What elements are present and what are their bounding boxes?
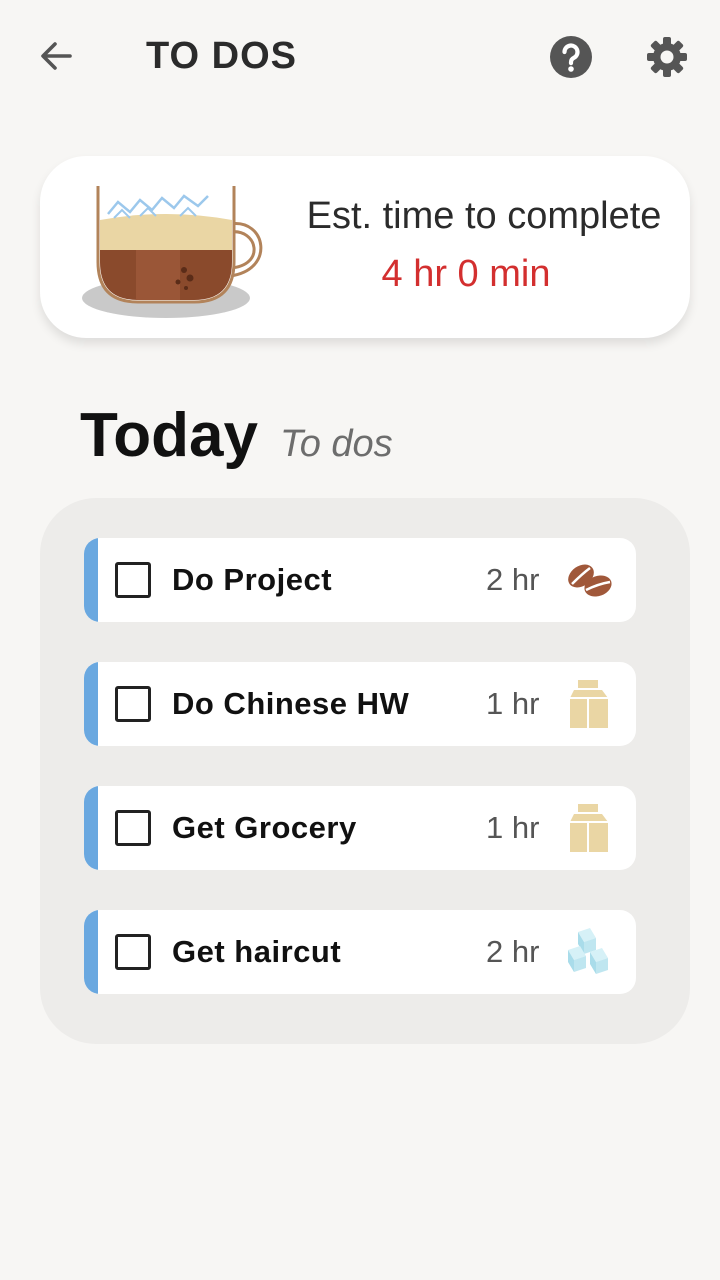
todo-label: Get Grocery bbox=[172, 810, 357, 845]
arrow-left-icon bbox=[41, 42, 72, 70]
todo-accent-bar bbox=[84, 910, 98, 994]
estimate-value: 4 hr 0 min bbox=[381, 253, 551, 295]
coffee-cup-icon bbox=[82, 186, 263, 318]
todo-label: Get haircut bbox=[172, 934, 342, 969]
gear-icon bbox=[647, 37, 687, 77]
top-app-bar: TO DOS bbox=[0, 0, 720, 112]
todo-label: Do Project bbox=[172, 562, 333, 597]
todo-duration: 1 hr bbox=[486, 686, 540, 721]
todo-list: Do Project 2 hr Do Chinese HW 1 hr Get G… bbox=[40, 498, 690, 1044]
todo-checkbox[interactable] bbox=[115, 810, 151, 846]
settings-button[interactable] bbox=[644, 34, 690, 80]
todo-label: Do Chinese HW bbox=[172, 686, 410, 721]
todo-item[interactable]: Do Project 2 hr bbox=[84, 538, 636, 622]
todo-checkbox[interactable] bbox=[115, 686, 151, 722]
section-heading: Today To dos bbox=[80, 398, 393, 474]
estimate-card: Est. time to complete 4 hr 0 min bbox=[40, 156, 690, 338]
section-subtitle: To dos bbox=[279, 423, 393, 465]
estimate-label: Est. time to complete bbox=[306, 195, 662, 237]
todo-checkbox[interactable] bbox=[115, 562, 151, 598]
todo-duration: 2 hr bbox=[486, 934, 540, 969]
help-button[interactable] bbox=[548, 34, 594, 80]
todo-accent-bar bbox=[84, 786, 98, 870]
todo-accent-bar bbox=[84, 662, 98, 746]
todo-duration: 1 hr bbox=[486, 810, 540, 845]
help-circle-icon bbox=[550, 36, 592, 78]
ice-cubes-icon bbox=[568, 928, 608, 974]
section-title: Today bbox=[80, 401, 258, 470]
todo-item[interactable]: Do Chinese HW 1 hr bbox=[84, 662, 636, 746]
todo-checkbox[interactable] bbox=[115, 934, 151, 970]
coffee-beans-icon bbox=[568, 564, 612, 597]
todo-duration: 2 hr bbox=[486, 562, 540, 597]
todo-item[interactable]: Get haircut 2 hr bbox=[84, 910, 636, 994]
milk-carton-icon bbox=[570, 804, 608, 852]
milk-carton-icon bbox=[570, 680, 608, 728]
page-title: TO DOS bbox=[146, 35, 297, 77]
todo-item[interactable]: Get Grocery 1 hr bbox=[84, 786, 636, 870]
todo-accent-bar bbox=[84, 538, 98, 622]
back-button[interactable] bbox=[30, 34, 82, 78]
